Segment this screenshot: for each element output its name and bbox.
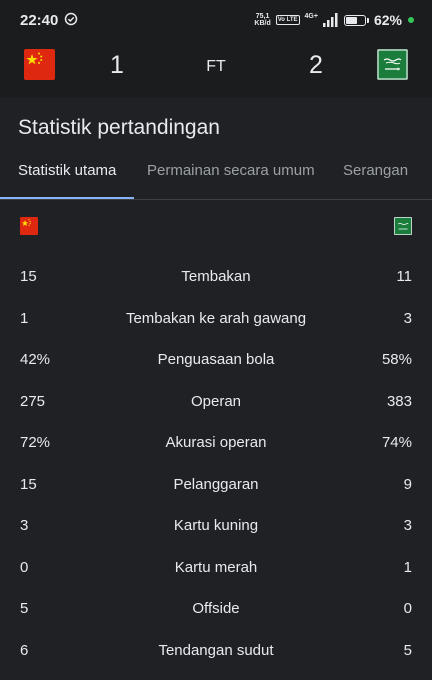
stat-away-value: 383 bbox=[386, 393, 412, 410]
battery-icon bbox=[343, 14, 369, 26]
stat-label: Kartu merah bbox=[174, 559, 258, 576]
tabs-divider bbox=[0, 199, 432, 200]
status-time: 22:40 bbox=[20, 12, 59, 29]
stat-label: Operan bbox=[190, 393, 242, 410]
stat-home-value: 3 bbox=[20, 517, 29, 534]
stat-away-value: 0 bbox=[403, 600, 412, 617]
away-score: 2 bbox=[309, 51, 323, 79]
stat-row: Tembakan 15 11 bbox=[0, 268, 432, 292]
volte-icon: Vo LTE bbox=[275, 15, 300, 25]
stat-home-value: 6 bbox=[20, 642, 29, 659]
stat-label: Akurasi operan bbox=[165, 434, 267, 451]
match-status: FT bbox=[206, 58, 226, 75]
stat-row: Tendangan sudut 6 5 bbox=[0, 642, 432, 666]
network-type: 4G+ bbox=[304, 12, 318, 20]
stat-home-value: 42% bbox=[20, 351, 51, 368]
stat-row: Penguasaan bola 42% 58% bbox=[0, 351, 432, 375]
stat-away-value: 1 bbox=[403, 559, 412, 576]
stat-home-value: 0 bbox=[20, 559, 29, 576]
china-flag-small-icon bbox=[20, 217, 38, 235]
status-indicators: 75,1 KB/d Vo LTE 4G+ 62% bbox=[254, 11, 414, 29]
network-speed: 75,1 KB/d bbox=[254, 13, 270, 27]
stat-home-value: 72% bbox=[20, 434, 51, 451]
stat-away-value: 74% bbox=[381, 434, 412, 451]
tab-serangan[interactable]: Serangan bbox=[343, 162, 408, 179]
score-header: 1 FT 2 bbox=[0, 40, 432, 98]
stat-home-value: 15 bbox=[20, 476, 37, 493]
stat-home-value: 15 bbox=[20, 268, 37, 285]
stat-label: Tendangan sudut bbox=[158, 642, 274, 659]
stat-label: Tembakan ke arah gawang bbox=[125, 310, 307, 327]
stat-label: Tembakan bbox=[181, 268, 251, 285]
stat-away-value: 3 bbox=[403, 310, 412, 327]
stat-label: Pelanggaran bbox=[173, 476, 259, 493]
stat-away-value: 3 bbox=[403, 517, 412, 534]
stat-label: Kartu kuning bbox=[173, 517, 259, 534]
stat-label: Penguasaan bola bbox=[157, 351, 275, 368]
section-title: Statistik pertandingan bbox=[18, 116, 220, 139]
stat-row: Akurasi operan 72% 74% bbox=[0, 434, 432, 458]
stat-away-value: 5 bbox=[403, 642, 412, 659]
stat-home-value: 275 bbox=[20, 393, 46, 410]
network-speed-unit: KB/d bbox=[254, 20, 271, 27]
privacy-indicator-dot bbox=[408, 17, 414, 23]
tab-statistik-utama[interactable]: Statistik utama bbox=[18, 162, 116, 179]
network-speed-value: 75,1 bbox=[255, 13, 270, 20]
saudi-arabia-flag-small-icon bbox=[394, 217, 412, 235]
stat-row: Pelanggaran 15 9 bbox=[0, 476, 432, 500]
stat-home-value: 5 bbox=[20, 600, 29, 617]
stat-home-value: 1 bbox=[20, 310, 29, 327]
stat-row: Kartu kuning 3 3 bbox=[0, 517, 432, 541]
stat-row: Offside 5 0 bbox=[0, 600, 432, 624]
status-bar: 22:40 75,1 KB/d Vo LTE 4G+ 62% bbox=[0, 0, 432, 40]
saudi-arabia-flag-icon[interactable] bbox=[377, 49, 408, 80]
stat-label: Offside bbox=[192, 600, 240, 617]
stat-away-value: 9 bbox=[403, 476, 412, 493]
stat-row: Tembakan ke arah gawang 1 3 bbox=[0, 310, 432, 334]
tab-permainan-secara-umum[interactable]: Permainan secara umum bbox=[147, 162, 315, 179]
stat-row: Operan 275 383 bbox=[0, 393, 432, 417]
stat-away-value: 58% bbox=[381, 351, 412, 368]
check-circle-icon bbox=[64, 12, 78, 26]
battery-percent: 62% bbox=[373, 12, 402, 28]
stats-tabs: Statistik utama Permainan secara umum Se… bbox=[0, 158, 432, 200]
signal-strength-icon bbox=[322, 13, 338, 27]
stat-away-value: 11 bbox=[396, 268, 412, 285]
stat-row: Kartu merah 0 1 bbox=[0, 559, 432, 583]
